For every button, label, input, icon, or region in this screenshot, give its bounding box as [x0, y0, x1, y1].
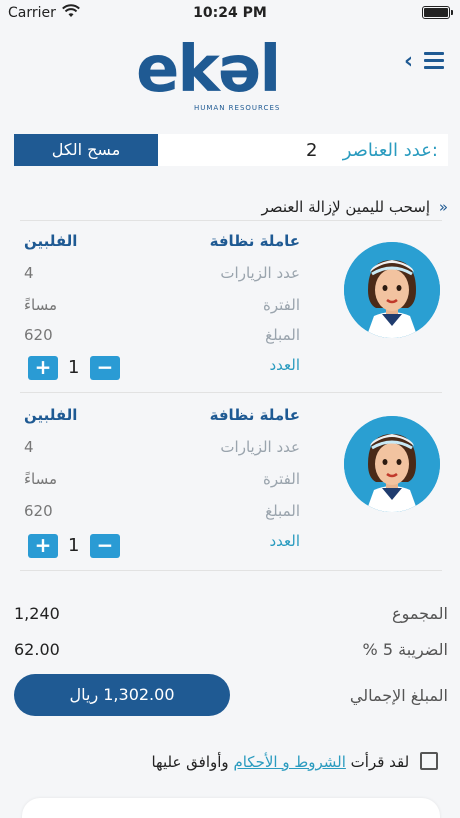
divider: [20, 392, 442, 393]
logo-wordmark: ekəl: [136, 33, 281, 107]
amount-value: 620: [24, 502, 53, 520]
period-label: الفترة: [263, 470, 300, 488]
period-value: مساءً: [24, 470, 58, 488]
period-label: الفترة: [263, 296, 300, 314]
service-title: عاملة نظافة: [209, 232, 300, 250]
increment-button[interactable]: +: [28, 356, 58, 380]
terms-agreement: لقد قرأت الشروط و الأحكام وأوافق عليها: [151, 752, 438, 771]
increment-button[interactable]: +: [28, 534, 58, 558]
ekal-logo: ekəl HUMAN RESOURCES: [136, 34, 326, 116]
menu-button[interactable]: ‹: [400, 48, 448, 74]
maid-avatar: [344, 242, 440, 338]
cart-item[interactable]: عاملة نظافة الفلبين عدد الزيارات 4 الفتر…: [14, 392, 448, 571]
amount-label: المبلغ: [265, 326, 300, 344]
quantity-stepper: + 1 −: [28, 534, 120, 558]
quantity-stepper: + 1 −: [28, 356, 120, 380]
subtotal-label: المجموع: [392, 604, 448, 623]
decrement-button[interactable]: −: [90, 356, 120, 380]
cart-count-bar: مسح الكل 2 عدد العناصر:: [14, 134, 448, 166]
visits-label: عدد الزيارات: [220, 438, 300, 456]
item-count-label: عدد العناصر:: [342, 140, 438, 161]
quantity-label: العدد: [269, 356, 300, 374]
amount-value: 620: [24, 326, 53, 344]
logo-subtitle: HUMAN RESOURCES: [194, 104, 281, 112]
decrement-button[interactable]: −: [90, 534, 120, 558]
swipe-hint-text: إسحب لليمين لإزالة العنصر: [261, 198, 431, 216]
terms-prefix: لقد قرأت: [350, 753, 410, 771]
bottom-card: [22, 798, 440, 818]
terms-checkbox[interactable]: [420, 752, 438, 770]
item-count-value: 2: [306, 140, 318, 161]
total-label: المبلغ الإجمالي: [349, 686, 448, 705]
nationality: الفلبين: [24, 406, 78, 424]
status-bar: Carrier 10:24 PM: [0, 0, 460, 26]
quantity-value: 1: [68, 535, 80, 556]
quantity-value: 1: [68, 357, 80, 378]
divider: [20, 570, 442, 571]
maid-avatar: [344, 416, 440, 512]
visits-value: 4: [24, 438, 34, 456]
amount-label: المبلغ: [265, 502, 300, 520]
visits-value: 4: [24, 264, 34, 282]
service-title: عاملة نظافة: [209, 406, 300, 424]
clear-all-button[interactable]: مسح الكل: [14, 134, 158, 166]
nationality: الفلبين: [24, 232, 78, 250]
tax-value: 62.00: [14, 640, 60, 659]
divider: [20, 220, 442, 221]
subtotal-value: 1,240: [14, 604, 60, 623]
cart-item[interactable]: عاملة نظافة الفلبين عدد الزيارات 4 الفتر…: [14, 220, 448, 392]
total-amount-button[interactable]: 1,302.00 ريال: [14, 674, 230, 716]
period-value: مساءً: [24, 296, 58, 314]
app-header: ekəl HUMAN RESOURCES ‹: [0, 26, 460, 116]
tax-label: الضريبة 5 %: [362, 640, 448, 659]
visits-label: عدد الزيارات: [220, 264, 300, 282]
terms-suffix: وأوافق عليها: [151, 753, 229, 771]
swipe-hint: « إسحب لليمين لإزالة العنصر: [262, 198, 448, 216]
chevron-left-icon: ‹: [404, 49, 414, 74]
battery-icon: [422, 6, 453, 19]
hamburger-icon: [424, 52, 444, 73]
quantity-label: العدد: [269, 532, 300, 550]
double-chevron-icon: «: [438, 198, 448, 216]
terms-link[interactable]: الشروط و الأحكام: [233, 753, 345, 771]
clock: 10:24 PM: [193, 5, 267, 21]
